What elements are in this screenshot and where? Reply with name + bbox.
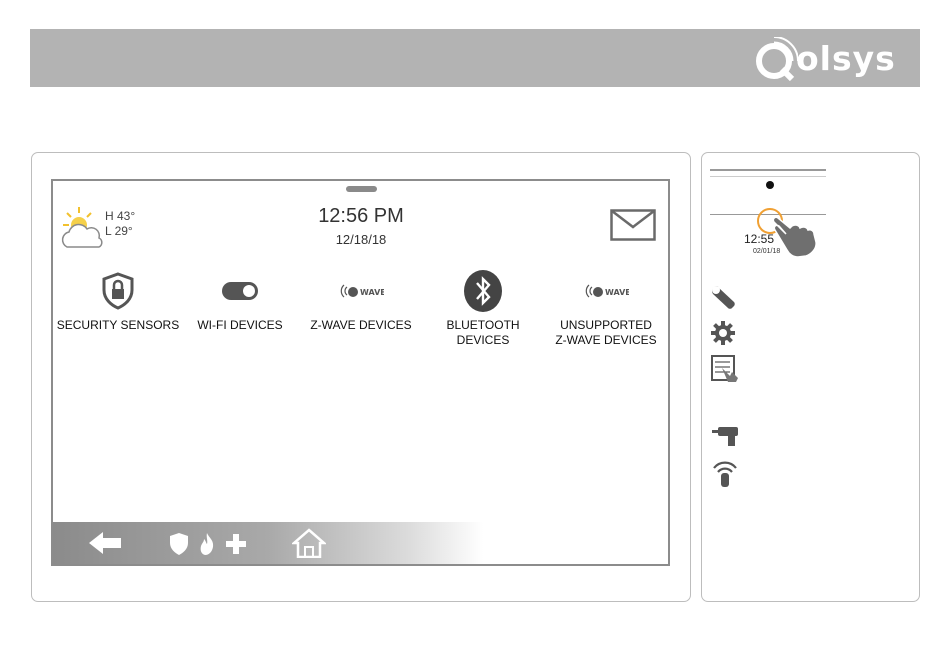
drill-icon [712, 427, 738, 446]
mini-screen-illustration: 12:55 02/01/18 [710, 168, 826, 260]
top-banner: olsys [30, 29, 920, 87]
weather-high: H 43° [105, 209, 136, 223]
fire-icon[interactable] [198, 532, 216, 556]
zwave-icon: WAVE [340, 284, 384, 298]
zwave-icon: WAVE [585, 284, 629, 298]
brand-name: olsys [796, 39, 896, 78]
device-label: UNSUPPORTED Z-WAVE DEVICES [555, 318, 657, 347]
device-unsupported-zwave-devices[interactable]: WAVE UNSUPPORTED Z-WAVE DEVICES [541, 271, 668, 348]
device-label: BLUETOOTH DEVICES [446, 318, 520, 347]
envelope-icon[interactable] [610, 209, 656, 241]
weather-widget[interactable]: H 43° L 29° [59, 205, 169, 249]
device-wifi-devices[interactable]: WI-FI DEVICES [175, 271, 305, 333]
bluetooth-icon [464, 270, 502, 312]
pull-down-handle[interactable] [346, 186, 377, 192]
bottom-nav-bar [53, 522, 668, 564]
brand-q-icon [756, 37, 798, 81]
zwave-logo-text: WAVE [360, 288, 384, 297]
zwave-logo-text: WAVE [605, 288, 629, 297]
wrench-icon [712, 286, 735, 309]
panel-screen: H 43° L 29° 12:56 PM 12/18/18 SECURITY S… [51, 179, 670, 566]
device-label: WI-FI DEVICES [197, 318, 283, 332]
partly-cloudy-icon [61, 207, 103, 248]
device-zwave-devices[interactable]: WAVE Z-WAVE DEVICES [296, 271, 426, 333]
device-label: Z-WAVE DEVICES [310, 318, 412, 332]
device-security-sensors[interactable]: SECURITY SENSORS [53, 271, 183, 333]
pointing-hand-icon [772, 216, 817, 258]
shield-lock-icon [102, 272, 134, 310]
clock-date: 12/18/18 [335, 232, 387, 247]
shield-icon[interactable] [169, 532, 189, 556]
back-arrow-icon[interactable] [87, 530, 123, 556]
device-label: SECURITY SENSORS [56, 318, 180, 332]
home-icon[interactable] [292, 528, 326, 558]
gear-icon [711, 321, 735, 345]
medical-cross-icon[interactable] [225, 533, 247, 555]
touchscreen-icon [711, 355, 738, 382]
mini-time: 12:55 [744, 232, 775, 246]
brand-logo: olsys [754, 37, 904, 81]
weather-low: L 29° [105, 224, 133, 238]
camera-dot [766, 181, 774, 189]
remote-icon [713, 461, 737, 487]
clock-time: 12:56 PM [318, 205, 404, 227]
device-bluetooth-devices[interactable]: BLUETOOTH DEVICES [418, 270, 548, 348]
wifi-icon [222, 282, 258, 300]
